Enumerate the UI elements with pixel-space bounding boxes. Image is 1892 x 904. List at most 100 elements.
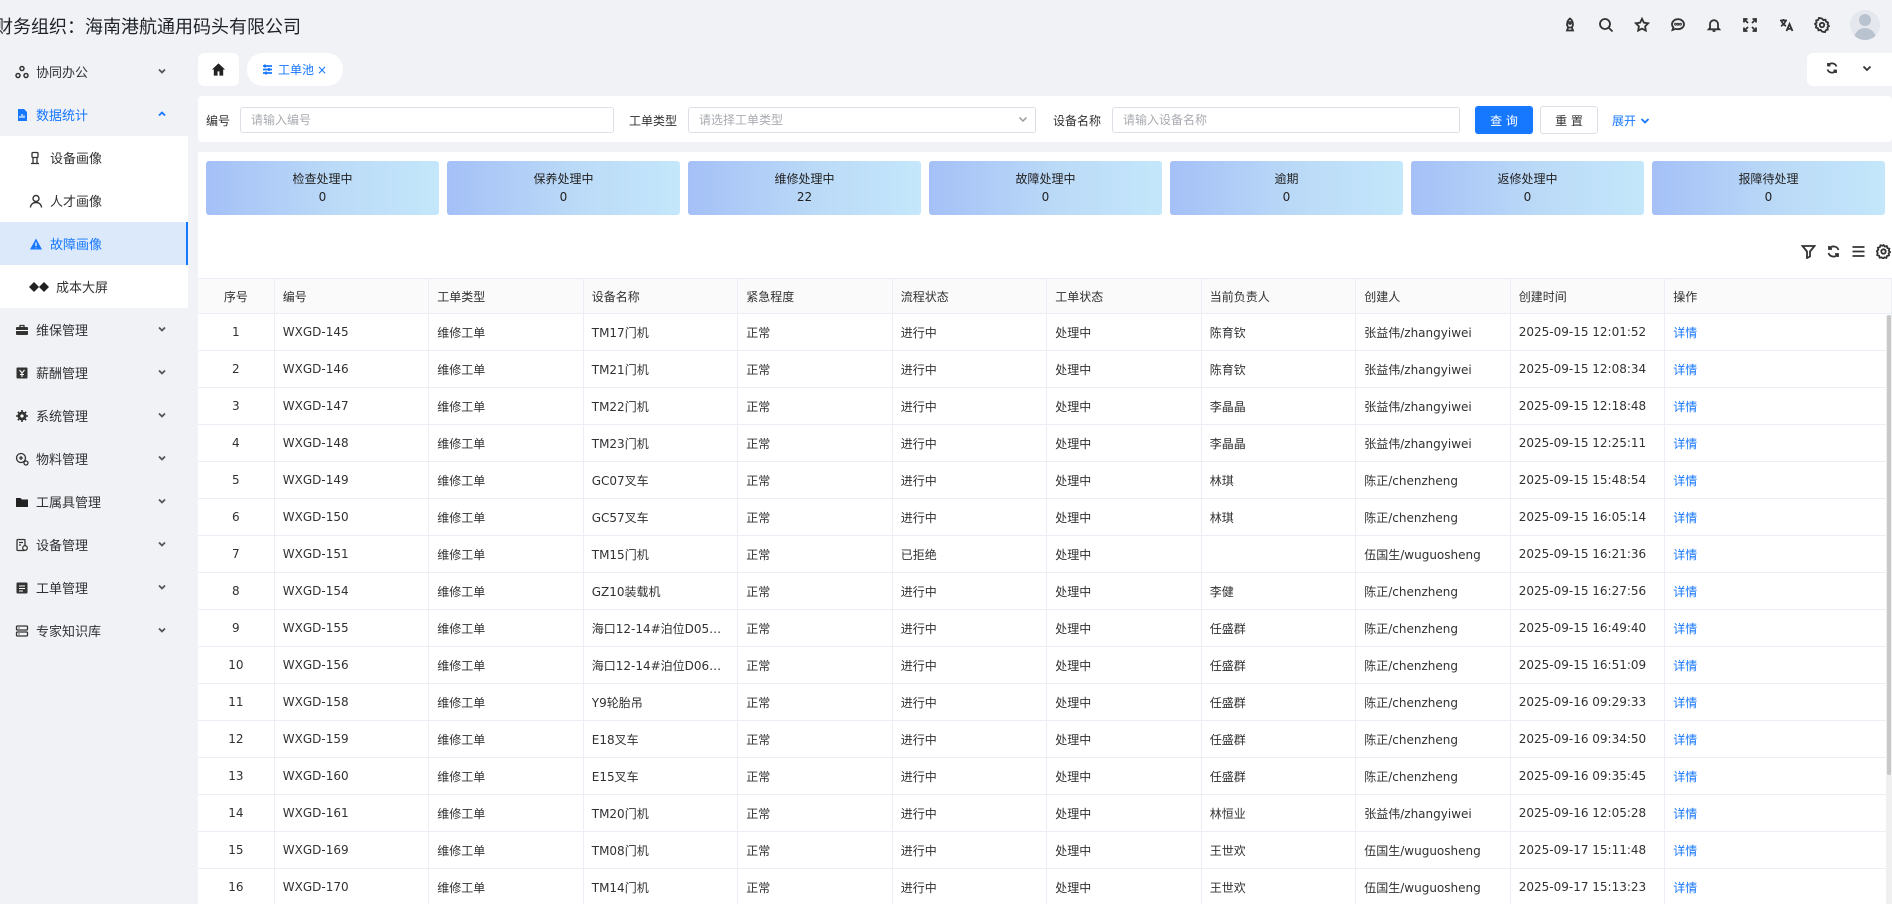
- sidebar-item-cost-screen[interactable]: 成本大屏: [0, 265, 188, 308]
- table-row[interactable]: 8 WXGD-154 维修工单 GZ10装载机 正常 进行中 处理中 李健 陈正/chenzhe…: [198, 572, 1892, 610]
- table-cell: 2025-09-15 16:05:14: [1510, 498, 1666, 536]
- sidebar-item-device-profile[interactable]: 设备画像: [0, 136, 188, 179]
- fullscreen-icon[interactable]: [1740, 15, 1760, 35]
- detail-link[interactable]: 详情: [1673, 622, 1697, 636]
- settings-icon[interactable]: [1812, 15, 1832, 35]
- table-row[interactable]: 6 WXGD-150 维修工单 GC57叉车 正常 进行中 处理中 林琪 陈正/chenzhen…: [198, 498, 1892, 536]
- user-avatar[interactable]: [1850, 10, 1880, 40]
- table-row[interactable]: 3 WXGD-147 维修工单 TM22门机 正常 进行中 处理中 李晶晶 张益伟/zhangy…: [198, 387, 1892, 425]
- table-cell: 详情: [1664, 868, 1892, 904]
- refresh-icon[interactable]: [1824, 242, 1842, 260]
- file-chart-icon: [14, 107, 30, 123]
- home-tab[interactable]: [198, 53, 239, 86]
- sidebar-item-maintenance[interactable]: 维保管理: [0, 308, 188, 351]
- stat-card-report-pending[interactable]: 报障待处理 0: [1652, 161, 1885, 215]
- sidebar-item-tools[interactable]: 工属具管理: [0, 480, 188, 523]
- detail-link[interactable]: 详情: [1673, 326, 1697, 340]
- sidebar-item-equipment[interactable]: 设备管理: [0, 523, 188, 566]
- table-cell: 7: [198, 535, 275, 573]
- table-cell: 进行中: [892, 461, 1048, 499]
- rocket-icon[interactable]: [1560, 15, 1580, 35]
- close-icon[interactable]: ×: [317, 63, 327, 77]
- table-row[interactable]: 7 WXGD-151 维修工单 TM15门机 正常 已拒绝 处理中 伍国生/wuguoshen…: [198, 535, 1892, 573]
- material-icon: [14, 451, 30, 467]
- table-cell: 处理中: [1046, 535, 1202, 573]
- table-row[interactable]: 13 WXGD-160 维修工单 E15叉车 正常 进行中 处理中 任盛群 陈正/chenzhe…: [198, 757, 1892, 795]
- sidebar-item-collab[interactable]: 协同办公: [0, 50, 188, 93]
- refresh-icon[interactable]: [1825, 61, 1839, 79]
- column-list-icon[interactable]: [1849, 242, 1867, 260]
- expand-button[interactable]: 展开: [1612, 112, 1651, 129]
- table-row[interactable]: 10 WXGD-156 维修工单 海口12-14#泊位D06门... 正常 进行中 处理中任…: [198, 646, 1892, 684]
- detail-link[interactable]: 详情: [1673, 511, 1697, 525]
- sidebar-item-material[interactable]: 物料管理: [0, 437, 188, 480]
- detail-link[interactable]: 详情: [1673, 363, 1697, 377]
- detail-link[interactable]: 详情: [1673, 770, 1697, 784]
- table-scrollbar[interactable]: [1886, 315, 1892, 904]
- table-row[interactable]: 4 WXGD-148 维修工单 TM23门机 正常 进行中 处理中 李晶晶 张益伟/zhangy…: [198, 424, 1892, 462]
- sidebar-item-salary[interactable]: 薪酬管理: [0, 351, 188, 394]
- stat-card-fault[interactable]: 故障处理中 0: [929, 161, 1162, 215]
- search-icon[interactable]: [1596, 15, 1616, 35]
- detail-link[interactable]: 详情: [1673, 474, 1697, 488]
- column-header: 操作: [1664, 278, 1892, 314]
- stat-card-overdue[interactable]: 逾期 0: [1170, 161, 1403, 215]
- search-panel: 编号 工单类型 设备名称 查 询 重 置 展开: [198, 96, 1892, 142]
- star-icon[interactable]: [1632, 15, 1652, 35]
- tab-workorder-pool[interactable]: 工单池 ×: [247, 53, 344, 86]
- sidebar-item-knowledge[interactable]: 专家知识库: [0, 609, 188, 652]
- stat-card-repair[interactable]: 维修处理中 22: [688, 161, 921, 215]
- table-row[interactable]: 11 WXGD-158 维修工单 Y9轮胎吊 正常 进行中 处理中 任盛群 陈正/chenzhe…: [198, 683, 1892, 721]
- table-row[interactable]: 5 WXGD-149 维修工单 GC07叉车 正常 进行中 处理中 林琪 陈正/chenzhen…: [198, 461, 1892, 499]
- column-header: 流程状态: [892, 278, 1048, 314]
- sidebar-item-talent-profile[interactable]: 人才画像: [0, 179, 188, 222]
- table-cell: 进行中: [892, 350, 1048, 388]
- stat-card-upkeep[interactable]: 保养处理中 0: [447, 161, 680, 215]
- detail-link[interactable]: 详情: [1673, 696, 1697, 710]
- table-row[interactable]: 1 WXGD-145 维修工单 TM17门机 正常 进行中 处理中 陈育钦 张益伟/zhangy…: [198, 313, 1892, 351]
- table-row[interactable]: 2 WXGD-146 维修工单 TM21门机 正常 进行中 处理中 陈育钦 张益伟/zhangy…: [198, 350, 1892, 388]
- table-cell: 进行中: [892, 868, 1048, 904]
- table-row[interactable]: 16 WXGD-170 维修工单 TM14门机 正常 进行中 处理中 王世欢 伍国生/wuguo…: [198, 868, 1892, 904]
- sidebar-item-label: 人才画像: [50, 195, 103, 210]
- table-row[interactable]: 14 WXGD-161 维修工单 TM20门机 正常 进行中 处理中 林恒业 张益伟/zhang…: [198, 794, 1892, 832]
- detail-link[interactable]: 详情: [1673, 548, 1697, 562]
- settings-icon[interactable]: [1874, 242, 1892, 260]
- table-cell: 正常: [737, 313, 893, 351]
- sidebar-item-workorder[interactable]: 工单管理: [0, 566, 188, 609]
- stat-card-inspection[interactable]: 检查处理中 0: [206, 161, 439, 215]
- type-select[interactable]: [688, 107, 1036, 133]
- sidebar-item-system[interactable]: 系统管理: [0, 394, 188, 437]
- table-cell: 处理中: [1046, 757, 1202, 795]
- detail-link[interactable]: 详情: [1673, 881, 1697, 895]
- stat-card-rework[interactable]: 返修处理中 0: [1411, 161, 1644, 215]
- bell-icon[interactable]: [1704, 15, 1724, 35]
- table-cell: 任盛群: [1201, 646, 1357, 684]
- detail-link[interactable]: 详情: [1673, 437, 1697, 451]
- detail-link[interactable]: 详情: [1673, 733, 1697, 747]
- translate-icon[interactable]: [1776, 15, 1796, 35]
- detail-link[interactable]: 详情: [1673, 585, 1697, 599]
- table-cell: 陈正/chenzheng: [1355, 720, 1511, 758]
- table-cell: 10: [198, 646, 275, 684]
- table-row[interactable]: 9 WXGD-155 维修工单 海口12-14#泊位D05门... 正常 进行中 处理中 任盛…: [198, 609, 1892, 647]
- device-input[interactable]: [1112, 107, 1460, 133]
- detail-link[interactable]: 详情: [1673, 844, 1697, 858]
- filter-icon[interactable]: [1799, 242, 1817, 260]
- chevron-down-icon[interactable]: [1860, 61, 1874, 79]
- table-cell: 林琪: [1201, 498, 1357, 536]
- reset-button[interactable]: 重 置: [1540, 106, 1598, 134]
- sidebar-item-data-stats[interactable]: 数据统计: [0, 93, 188, 136]
- table-row[interactable]: 15 WXGD-169 维修工单 TM08门机 正常 进行中 处理中 王世欢 伍国生/wuguo…: [198, 831, 1892, 869]
- detail-link[interactable]: 详情: [1673, 400, 1697, 414]
- table-row[interactable]: 12 WXGD-159 维修工单 E18叉车 正常 进行中 处理中 任盛群 陈正/chenzhe…: [198, 720, 1892, 758]
- table-cell: 详情: [1664, 720, 1892, 758]
- detail-link[interactable]: 详情: [1673, 807, 1697, 821]
- chat-icon[interactable]: [1668, 15, 1688, 35]
- query-button[interactable]: 查 询: [1475, 106, 1533, 134]
- detail-link[interactable]: 详情: [1673, 659, 1697, 673]
- stat-title: 保养处理中: [533, 172, 594, 186]
- code-input[interactable]: [240, 107, 614, 133]
- sidebar-item-fault-profile[interactable]: 故障画像: [0, 222, 188, 265]
- table-cell: WXGD-149: [274, 461, 430, 499]
